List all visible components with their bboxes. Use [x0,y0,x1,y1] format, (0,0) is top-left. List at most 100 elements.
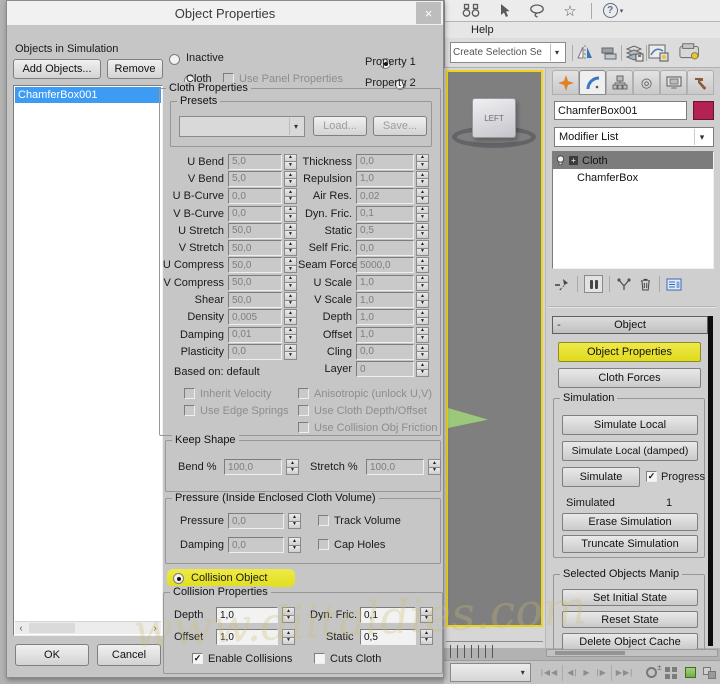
cap-holes-checkbox[interactable]: ✓ [318,539,329,550]
zoom-extents-all-icon[interactable] [700,664,720,682]
spinner[interactable]: ▲▼ [284,188,297,204]
param-field[interactable]: 0,0 [356,344,414,360]
pressure-field[interactable]: 0,0 [228,513,284,529]
spinner[interactable]: ▲▼ [416,188,429,204]
next-frame-button[interactable]: |▶ [597,668,607,677]
spinner-down-icon[interactable]: ▼ [416,283,429,291]
checkbox[interactable]: ✓ [184,405,195,416]
spinner-down-icon[interactable]: ▼ [416,335,429,343]
spinner-down-icon[interactable]: ▼ [416,352,429,360]
spinner[interactable]: ▲▼ [420,629,433,645]
erase-simulation-button[interactable]: Erase Simulation [562,513,698,531]
truncate-simulation-button[interactable]: Truncate Simulation [562,535,698,553]
set-initial-state-button[interactable]: Set Initial State [562,589,698,606]
curve-editor-icon[interactable] [647,41,671,65]
spinner-up-icon[interactable]: ▲ [416,275,429,284]
param-field[interactable]: 0,0 [228,344,282,360]
cloth-forces-button[interactable]: Cloth Forces [558,368,701,388]
keyfilter-dropdown[interactable]: ▾ [450,663,531,682]
param-field[interactable]: 50,0 [228,240,282,256]
spinner-down-icon[interactable]: ▼ [284,197,297,205]
spinner[interactable]: ▲▼ [284,292,297,308]
time-scrollbar[interactable] [546,649,718,657]
rollout-object-header[interactable]: - Object [552,316,708,334]
tab-create[interactable] [552,70,579,95]
spinner-up-icon[interactable]: ▲ [416,292,429,301]
param-field[interactable]: 1,0 [356,171,414,187]
render-setup-icon[interactable] [679,41,703,65]
ok-button[interactable]: OK [15,644,89,666]
spinner[interactable]: ▲▼ [284,257,297,273]
scene-geometry[interactable] [448,408,488,428]
checkbox[interactable]: ✓ [298,388,309,399]
spinner-down-icon[interactable]: ▼ [416,266,429,274]
spinner[interactable]: ▲▼ [286,459,299,475]
spinner-down-icon[interactable]: ▼ [284,266,297,274]
param-field[interactable]: 1,0 [356,292,414,308]
spinner[interactable]: ▲▼ [416,361,429,377]
param-field[interactable]: 0,0 [356,240,414,256]
tab-hierarchy[interactable] [606,70,633,95]
spinner-down-icon[interactable]: ▼ [416,231,429,239]
scroll-right-icon[interactable]: › [149,622,161,634]
spinner[interactable]: ▲▼ [282,629,295,645]
simulate-button[interactable]: Simulate [562,467,640,487]
checkbox[interactable]: ✓ [298,405,309,416]
spinner-down-icon[interactable]: ▼ [416,162,429,170]
viewcube[interactable]: LEFT [472,98,516,138]
spinner[interactable]: ▲▼ [288,537,301,553]
pressure-damping-field[interactable]: 0,0 [228,537,284,553]
spinner[interactable]: ▲▼ [428,459,441,475]
param-field[interactable]: 0,0 [356,154,414,170]
param-field[interactable]: 5,0 [228,154,282,170]
viewport[interactable]: LEFT [446,70,543,627]
spinner[interactable]: ▲▼ [416,292,429,308]
visibility-bulb-icon[interactable] [556,155,565,166]
spinner-up-icon[interactable]: ▲ [284,292,297,301]
scroll-left-icon[interactable]: ‹ [15,622,27,634]
spinner-down-icon[interactable]: ▼ [284,352,297,360]
cancel-button[interactable]: Cancel [97,644,161,666]
spinner-up-icon[interactable]: ▲ [416,171,429,180]
spinner[interactable]: ▲▼ [416,344,429,360]
stretch-percent-field[interactable]: 100,0 [366,459,424,475]
spinner-down-icon[interactable]: ▼ [284,249,297,257]
spinner-up-icon[interactable]: ▲ [416,344,429,353]
param-field[interactable]: 1,0 [356,275,414,291]
spinner-up-icon[interactable]: ▲ [416,361,429,370]
spinner[interactable]: ▲▼ [416,275,429,291]
spinner[interactable]: ▲▼ [420,607,433,623]
spinner-down-icon[interactable]: ▼ [284,318,297,326]
tab-display[interactable] [660,70,687,95]
spinner-down-icon[interactable]: ▼ [416,249,429,257]
spinner-down-icon[interactable]: ▼ [284,179,297,187]
dyn-fric-field[interactable]: 0,1 [360,607,416,623]
select-cursor-icon[interactable] [492,0,516,23]
checkbox[interactable]: ✓ [298,422,309,433]
param-field[interactable]: 5,0 [228,171,282,187]
inactive-radio[interactable] [169,54,180,65]
chevron-down-icon[interactable]: ▾ [550,44,563,61]
show-end-result-icon[interactable] [584,275,603,293]
spinner-down-icon[interactable]: ▼ [284,335,297,343]
play-button[interactable]: ▶ [583,668,590,677]
param-field[interactable]: 1,0 [356,309,414,325]
param-field[interactable]: 0,1 [356,206,414,222]
spinner-down-icon[interactable]: ▼ [416,301,429,309]
spinner[interactable]: ▲▼ [416,309,429,325]
zoom-viewport-icon[interactable]: ± [641,664,661,682]
spinner-up-icon[interactable]: ▲ [284,257,297,266]
scrollbar-thumb[interactable] [29,623,75,633]
modifier-list-dropdown[interactable]: Modifier List ▾ [554,127,714,147]
track-volume-checkbox[interactable]: ✓ [318,515,329,526]
presets-combo[interactable]: ▾ [179,116,305,137]
spinner-down-icon[interactable]: ▼ [284,231,297,239]
param-field[interactable]: 1,0 [356,327,414,343]
close-icon[interactable]: × [416,2,441,24]
spinner-up-icon[interactable]: ▲ [416,154,429,163]
make-unique-icon[interactable] [616,277,632,292]
spinner[interactable]: ▲▼ [288,513,301,529]
spinner-down-icon[interactable]: ▼ [416,179,429,187]
object-color-swatch[interactable] [693,101,714,120]
objects-list[interactable]: ChamferBox001 ‹ › [13,85,163,636]
